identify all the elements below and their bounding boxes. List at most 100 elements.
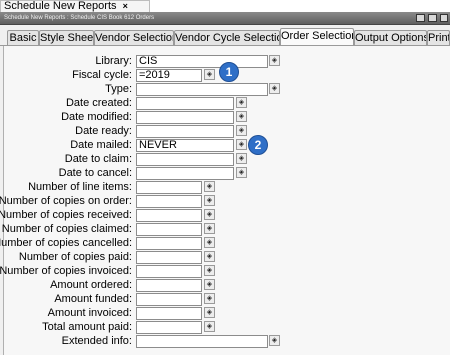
extended-info-field[interactable] [136, 335, 268, 348]
copies-cancelled-field[interactable] [136, 237, 202, 250]
tab-label: Vendor Selection [95, 32, 174, 44]
date-modified-picker-icon[interactable]: ◈ [236, 111, 247, 122]
extended-info-picker-icon[interactable]: ◈ [269, 335, 280, 346]
fiscal-cycle-picker-icon[interactable]: ◈ [204, 69, 215, 80]
date-created-field[interactable] [136, 97, 234, 110]
date-ready-picker-icon[interactable]: ◈ [236, 125, 247, 136]
fiscal-cycle-label: Fiscal cycle: [72, 69, 132, 81]
date-modified-field[interactable] [136, 111, 234, 124]
copies-invoiced-field[interactable] [136, 265, 202, 278]
date-mailed-field[interactable]: NEVER [136, 139, 234, 152]
copies-cancelled-picker-icon[interactable]: ◈ [204, 237, 215, 248]
date-ready-field[interactable] [136, 125, 234, 138]
date-created-label: Date created: [65, 97, 132, 109]
tab-order-selection[interactable]: Order Selection [280, 28, 354, 45]
copies-claimed-field[interactable] [136, 223, 202, 236]
copies-received-picker-icon[interactable]: ◈ [204, 209, 215, 220]
tab-output-options[interactable]: Output Options [354, 30, 427, 45]
library-label: Library: [95, 55, 132, 67]
date-to-cancel-field[interactable] [136, 167, 234, 180]
type-picker-icon[interactable]: ◈ [269, 83, 280, 94]
close-icon[interactable]: × [123, 1, 128, 11]
number-of-line-items-picker-icon[interactable]: ◈ [204, 181, 215, 192]
copies-paid-field[interactable] [136, 251, 202, 264]
date-to-cancel-label: Date to cancel: [58, 167, 132, 179]
form-row-copies-received: Number of copies received: ◈ [0, 209, 444, 222]
fiscal-cycle-field[interactable]: =2019 [136, 69, 202, 82]
document-tab-label: Schedule New Reports [4, 0, 117, 12]
form-row-copies-paid: Number of copies paid: ◈ [4, 251, 444, 264]
copies-invoiced-label: Number of copies invoiced: [0, 265, 132, 277]
tab-label: Basic [9, 32, 37, 44]
date-created-picker-icon[interactable]: ◈ [236, 97, 247, 108]
document-tab-schedule-new-reports[interactable]: Schedule New Reports × [0, 0, 150, 12]
amount-invoiced-picker-icon[interactable]: ◈ [204, 307, 215, 318]
form-row-date-to-cancel: Date to cancel: ◈ [4, 167, 444, 180]
copies-on-order-label: Number of copies on order: [0, 195, 132, 207]
number-of-line-items-field[interactable] [136, 181, 202, 194]
form-row-amount-ordered: Amount ordered: ◈ [4, 279, 444, 292]
tab-print[interactable]: Print [427, 30, 450, 45]
amount-ordered-picker-icon[interactable]: ◈ [204, 279, 215, 290]
amount-funded-label: Amount funded: [54, 293, 132, 305]
total-amount-paid-picker-icon[interactable]: ◈ [204, 321, 215, 332]
order-selection-panel: Library: CIS ◈ Fiscal cycle: =2019 ◈ Typ… [0, 46, 450, 355]
form-row-amount-invoiced: Amount invoiced: ◈ [4, 307, 444, 320]
copies-on-order-picker-icon[interactable]: ◈ [204, 195, 215, 206]
form-row-date-to-claim: Date to claim: ◈ [4, 153, 444, 166]
copies-paid-picker-icon[interactable]: ◈ [204, 251, 215, 262]
copies-received-field[interactable] [136, 209, 202, 222]
date-to-cancel-picker-icon[interactable]: ◈ [236, 167, 247, 178]
minimize-icon[interactable] [416, 14, 425, 22]
document-tab-bar: Schedule New Reports × [0, 0, 450, 12]
tab-label: Vendor Cycle Selection [175, 32, 280, 44]
tab-label: Style Sheet [40, 32, 94, 44]
library-field[interactable]: CIS [136, 55, 268, 68]
date-to-claim-picker-icon[interactable]: ◈ [236, 153, 247, 164]
tab-vendor-selection[interactable]: Vendor Selection [94, 30, 174, 45]
form-row-amount-funded: Amount funded: ◈ [4, 293, 444, 306]
tab-vendor-cycle-selection[interactable]: Vendor Cycle Selection [174, 30, 280, 45]
maximize-icon[interactable] [428, 14, 437, 22]
copies-on-order-field[interactable] [136, 195, 202, 208]
form-row-extended-info: Extended info: ◈ [4, 335, 444, 348]
type-field[interactable] [136, 83, 268, 96]
total-amount-paid-label: Total amount paid: [42, 321, 132, 333]
date-ready-label: Date ready: [75, 125, 132, 137]
date-mailed-picker-icon[interactable]: ◈ [236, 139, 247, 150]
copies-invoiced-picker-icon[interactable]: ◈ [204, 265, 215, 276]
extended-info-label: Extended info: [61, 335, 132, 347]
tab-label: Order Selection [281, 30, 354, 42]
copies-paid-label: Number of copies paid: [18, 251, 132, 263]
tab-style-sheet[interactable]: Style Sheet [39, 30, 94, 45]
amount-invoiced-field[interactable] [136, 307, 202, 320]
form-row-type: Type: ◈ [4, 83, 444, 96]
window-close-icon[interactable] [440, 14, 448, 22]
form-row-total-amount-paid: Total amount paid: ◈ [4, 321, 444, 334]
amount-funded-field[interactable] [136, 293, 202, 306]
date-mailed-label: Date mailed: [70, 139, 132, 151]
amount-funded-picker-icon[interactable]: ◈ [204, 293, 215, 304]
form-row-date-mailed: Date mailed: NEVER ◈ [4, 139, 444, 152]
tab-basic[interactable]: Basic [7, 30, 39, 45]
amount-invoiced-label: Amount invoiced: [47, 307, 132, 319]
form-row-copies-claimed: Number of copies claimed: ◈ [1, 223, 444, 236]
amount-ordered-field[interactable] [136, 279, 202, 292]
copies-claimed-label: Number of copies claimed: [1, 223, 132, 235]
total-amount-paid-field[interactable] [136, 321, 202, 334]
form-row-date-ready: Date ready: ◈ [4, 125, 444, 138]
library-picker-icon[interactable]: ◈ [269, 55, 280, 66]
form-row-date-modified: Date modified: ◈ [4, 111, 444, 124]
tab-label: Print [428, 32, 450, 44]
number-of-line-items-label: Number of line items: [28, 181, 132, 193]
form-row-copies-on-order: Number of copies on order: ◈ [0, 195, 444, 208]
form-row-number-of-line-items: Number of line items: ◈ [4, 181, 444, 194]
date-to-claim-field[interactable] [136, 153, 234, 166]
copies-claimed-picker-icon[interactable]: ◈ [204, 223, 215, 234]
form-row-copies-cancelled: Number of copies cancelled: ◈ [0, 237, 444, 250]
window-title: Schedule New Reports : Schedule CIS Book… [4, 15, 155, 21]
type-label: Type: [105, 83, 132, 95]
form-row-copies-invoiced: Number of copies invoiced: ◈ [0, 265, 444, 278]
copies-cancelled-label: Number of copies cancelled: [0, 237, 132, 249]
callout-badge-1: 1 [219, 62, 239, 82]
